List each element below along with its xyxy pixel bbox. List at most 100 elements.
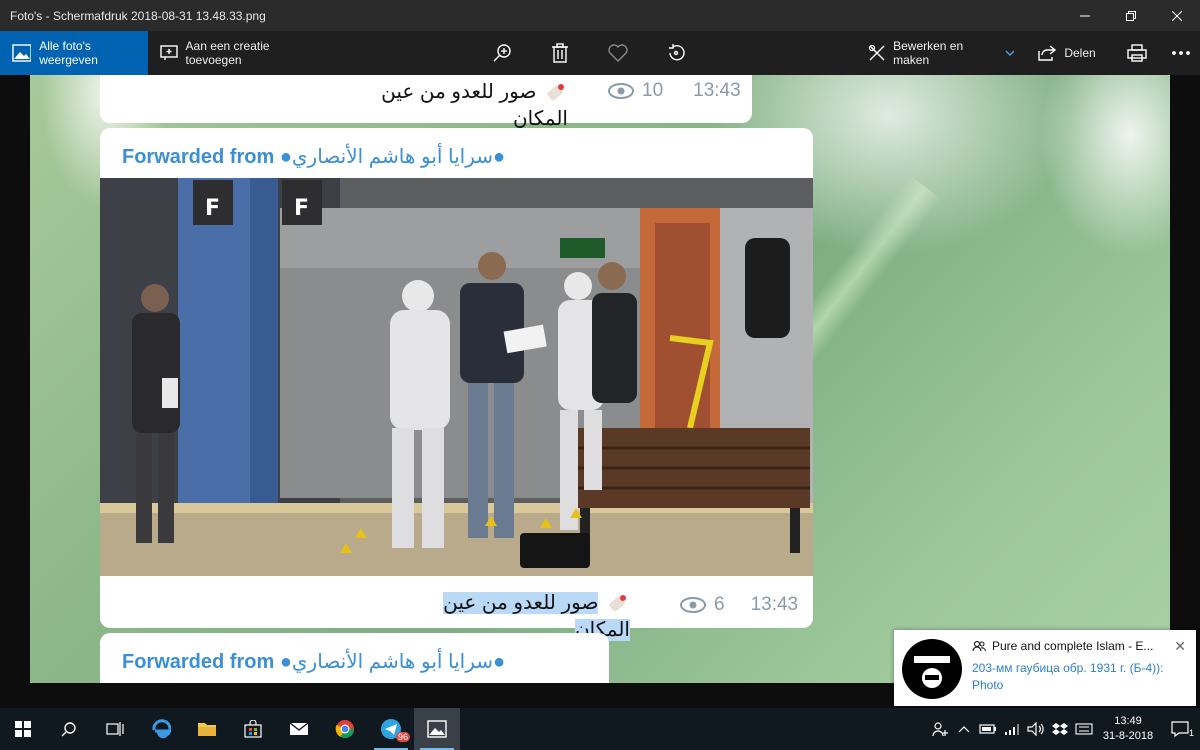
clock-time: 13:49	[1114, 715, 1142, 727]
show-all-photos-button[interactable]: Alle foto's weergeven	[0, 31, 149, 75]
search-button[interactable]	[46, 708, 92, 750]
taskbar-chrome[interactable]	[322, 708, 368, 750]
message-meta-top: 10 13:43	[608, 80, 741, 102]
view-count-photo: 6	[714, 594, 725, 615]
task-view-button[interactable]	[92, 708, 138, 750]
show-all-label: Alle foto's weergeven	[39, 39, 98, 67]
edit-create-icon	[868, 44, 885, 61]
timestamp-top: 13:43	[693, 80, 741, 101]
notification-body: 203-мм гаубица обр. 1931 г. (Б-4)): Phot…	[972, 661, 1164, 692]
more-button[interactable]	[1162, 31, 1200, 75]
taskbar-file-explorer[interactable]	[184, 708, 230, 750]
battery-icon[interactable]	[976, 708, 1000, 750]
chevron-up-icon[interactable]	[952, 708, 976, 750]
taskbar-photos[interactable]	[414, 708, 460, 750]
add-creation-label: Aan een creatie toevoegen	[185, 39, 270, 67]
keyboard-icon[interactable]	[1072, 708, 1096, 750]
volume-icon[interactable]	[1024, 708, 1048, 750]
notification-title-text: Pure and complete Islam - E...	[992, 639, 1154, 653]
taskbar-store[interactable]	[230, 708, 276, 750]
platform-sign-2: F	[294, 196, 309, 221]
message-photo[interactable]: F F	[100, 178, 813, 576]
close-button[interactable]	[1154, 0, 1200, 31]
favorite-button[interactable]	[598, 31, 638, 75]
chrome-icon	[335, 720, 354, 739]
window-title: Foto's - Schermafdruk 2018-08-31 13.48.3…	[10, 8, 266, 23]
signal-icon[interactable]	[1000, 708, 1024, 750]
forwarded-channel-name-bottom[interactable]: سرايا أبو هاشم الأنصاري	[292, 651, 493, 673]
taskbar-mail[interactable]	[276, 708, 322, 750]
edit-create-button[interactable]: Bewerken en maken	[868, 31, 1015, 75]
title-bar: Foto's - Schermafdruk 2018-08-31 13.48.3…	[0, 0, 1200, 31]
edge-icon	[152, 719, 171, 739]
message-bubble-photo: Forwarded from ●سرايا أبو هاشم الأنصاري●	[100, 128, 813, 641]
folder-icon	[198, 723, 216, 736]
notification-close-button[interactable]: ✕	[1174, 638, 1186, 655]
action-center-count: 1	[1188, 728, 1194, 738]
chevron-down-icon	[1005, 50, 1015, 56]
add-creation-icon	[160, 45, 178, 60]
timestamp-photo: 13:43	[750, 594, 799, 615]
print-icon	[1127, 44, 1147, 62]
system-tray: 13:49 31-8-2018 1	[928, 708, 1200, 750]
group-icon	[972, 640, 986, 652]
message-bubble-bottom: Forwarded from ●سرايا أبو هاشم الأنصاري●	[100, 633, 609, 683]
rotate-icon	[669, 44, 685, 61]
mail-icon	[289, 722, 309, 735]
windows-logo-icon	[15, 721, 31, 737]
taskbar-telegram[interactable]: 96	[368, 708, 414, 750]
rotate-button[interactable]	[656, 31, 696, 75]
share-icon	[1038, 45, 1057, 61]
more-icon	[1172, 51, 1190, 55]
share-label: Delen	[1064, 46, 1096, 60]
forwarded-header: Forwarded from ●سرايا أبو هاشم الأنصاري●	[122, 146, 506, 168]
views-eye-icon	[608, 83, 634, 99]
zoom-button[interactable]	[482, 31, 522, 75]
notification-toast[interactable]: Pure and complete Islam - E... 203-мм га…	[894, 630, 1196, 706]
message-caption-top: صور للعدو من عين المكان	[328, 79, 568, 131]
notification-avatar	[902, 639, 962, 699]
delete-icon	[552, 43, 569, 63]
message-bubble-top: صور للعدو من عين المكان 10 13:43	[100, 75, 752, 130]
start-button[interactable]	[0, 708, 46, 750]
message-meta-photo: 6 13:43	[680, 594, 798, 616]
forwarded-header-bottom: Forwarded from ●سرايا أبو هاشم الأنصاري●	[122, 651, 506, 673]
forwarded-from-label-bottom: Forwarded from	[122, 651, 275, 673]
pin-icon	[604, 591, 630, 617]
action-center-button[interactable]: 1	[1160, 708, 1200, 750]
zoom-icon	[493, 44, 511, 62]
people-icon[interactable]	[928, 708, 952, 750]
notification-title: Pure and complete Islam - E...	[972, 639, 1153, 653]
views-eye-icon	[680, 597, 706, 613]
taskbar-clock[interactable]: 13:49 31-8-2018	[1096, 714, 1160, 744]
edit-create-label: Bewerken en maken	[893, 39, 964, 67]
store-icon	[244, 720, 262, 738]
minimize-icon	[1080, 15, 1090, 16]
forwarded-from-label: Forwarded from	[122, 146, 275, 168]
add-to-creation-button[interactable]: Aan een creatie toevoegen	[160, 31, 322, 75]
crime-scene-photo: F F	[100, 178, 813, 576]
share-button[interactable]: Delen	[1038, 31, 1096, 75]
telegram-badge: 96	[395, 732, 410, 742]
pin-icon	[542, 80, 568, 106]
taskbar: 96 13:49 31-8-2018 1	[0, 708, 1200, 750]
restore-icon	[1126, 10, 1136, 21]
displayed-screenshot[interactable]: صور للعدو من عين المكان 10 13:43 Forward…	[30, 75, 1170, 683]
search-icon	[61, 722, 76, 737]
heart-icon	[608, 44, 628, 62]
dropbox-icon[interactable]	[1048, 708, 1072, 750]
clock-date: 31-8-2018	[1102, 730, 1154, 742]
platform-sign-1: F	[205, 196, 220, 221]
app-toolbar: Alle foto's weergeven Aan een creatie to…	[0, 31, 1200, 75]
photos-icon	[12, 44, 32, 62]
delete-button[interactable]	[540, 31, 580, 75]
photos-app-icon	[427, 720, 447, 738]
view-count-top: 10	[642, 80, 664, 101]
print-button[interactable]	[1118, 31, 1156, 75]
restore-button[interactable]	[1108, 0, 1154, 31]
taskbar-edge[interactable]	[138, 708, 184, 750]
black-flag-logo	[914, 656, 950, 688]
minimize-button[interactable]	[1062, 0, 1108, 31]
task-view-icon	[106, 722, 124, 736]
forwarded-channel-name[interactable]: سرايا أبو هاشم الأنصاري	[292, 146, 493, 168]
